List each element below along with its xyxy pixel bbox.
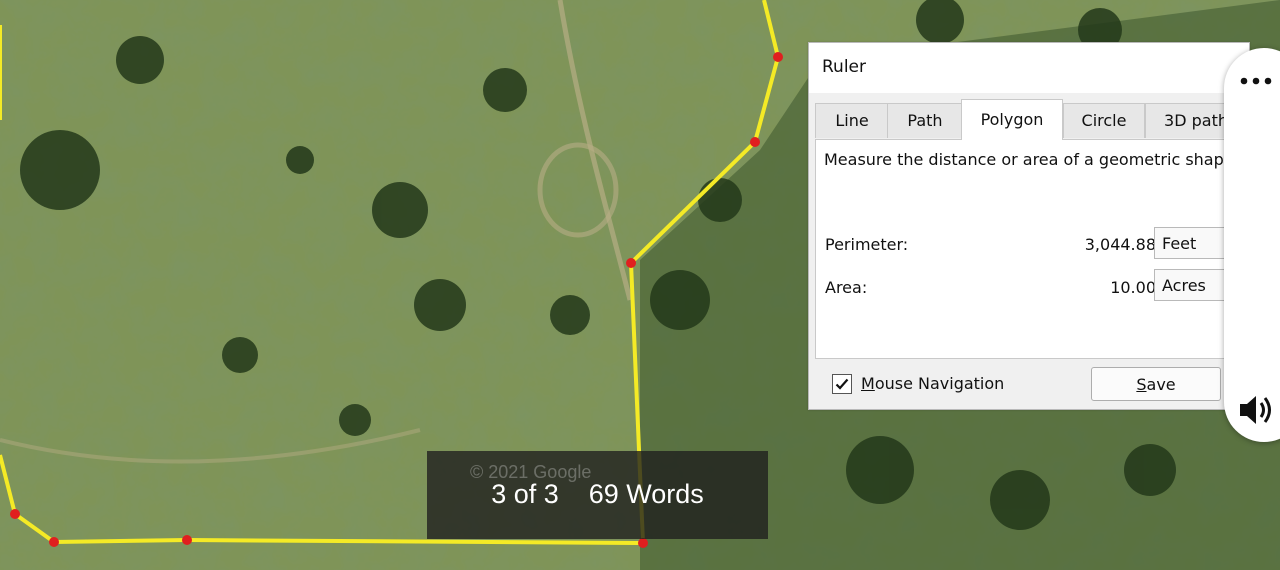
tab-line[interactable]: Line (815, 103, 889, 138)
save-button[interactable]: Save (1091, 367, 1221, 401)
area-label: Area: (825, 278, 868, 297)
mouse-navigation-checkbox[interactable] (832, 374, 852, 394)
tab-path[interactable]: Path (887, 103, 963, 138)
dialog-footer: Mouse Navigation Save (809, 361, 1249, 409)
map-watermark: © 2021 Google (470, 462, 592, 482)
mouse-navigation-label[interactable]: Mouse Navigation (861, 374, 1004, 393)
polygon-panel: Measure the distance or area of a geomet… (815, 139, 1249, 359)
perimeter-value: 3,044.88 (1084, 235, 1156, 254)
tab-circle[interactable]: Circle (1063, 103, 1145, 138)
dialog-title: Ruler (809, 43, 1249, 93)
area-value: 10.00 (1110, 278, 1156, 297)
panel-description: Measure the distance or area of a geomet… (824, 150, 1234, 169)
ruler-dialog: Ruler Line Path Polygon Circle 3D path M… (808, 42, 1250, 410)
speaker-icon[interactable] (1238, 392, 1278, 428)
perimeter-label: Perimeter: (825, 235, 909, 254)
checkmark-icon (835, 378, 849, 390)
side-controls (1224, 48, 1280, 442)
more-icon[interactable] (1240, 74, 1280, 88)
caption-text: 3 of 3 69 Words (491, 479, 704, 509)
tab-polygon[interactable]: Polygon (961, 99, 1063, 140)
